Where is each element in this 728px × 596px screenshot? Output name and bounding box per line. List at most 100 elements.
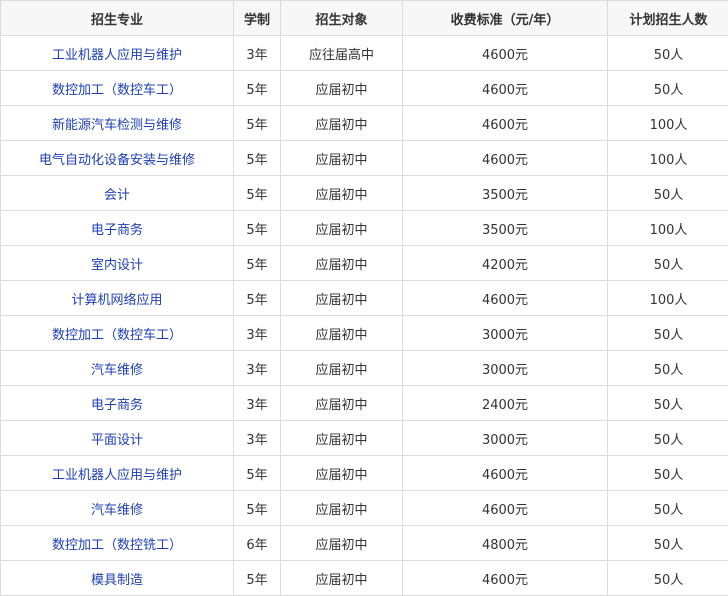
cell-fee: 2400元 (403, 386, 608, 421)
cell-major[interactable]: 汽车维修 (1, 351, 234, 386)
table-row: 模具制造5年应届初中4600元50人 (1, 561, 728, 596)
cell-fee: 4600元 (403, 36, 608, 71)
cell-target: 应届初中 (281, 351, 403, 386)
cell-duration: 3年 (234, 36, 281, 71)
cell-fee: 4600元 (403, 106, 608, 141)
cell-major[interactable]: 新能源汽车检测与维修 (1, 106, 234, 141)
cell-duration: 5年 (234, 561, 281, 596)
table-header-row: 招生专业 学制 招生对象 收费标准（元/年） 计划招生人数 (1, 1, 728, 36)
cell-quota: 50人 (608, 71, 728, 106)
cell-target: 应届初中 (281, 421, 403, 456)
cell-fee: 4600元 (403, 71, 608, 106)
table-body: 工业机器人应用与维护3年应往届高中4600元50人数控加工（数控车工）5年应届初… (1, 36, 728, 596)
table-row: 工业机器人应用与维护5年应届初中4600元50人 (1, 456, 728, 491)
cell-major[interactable]: 会计 (1, 176, 234, 211)
enrollment-table: 招生专业 学制 招生对象 收费标准（元/年） 计划招生人数 工业机器人应用与维护… (0, 0, 728, 596)
cell-major[interactable]: 电气自动化设备安装与维修 (1, 141, 234, 176)
cell-quota: 50人 (608, 316, 728, 351)
cell-target: 应届初中 (281, 141, 403, 176)
table-row: 数控加工（数控车工）3年应届初中3000元50人 (1, 316, 728, 351)
cell-fee: 3000元 (403, 316, 608, 351)
cell-major[interactable]: 数控加工（数控车工） (1, 71, 234, 106)
cell-duration: 5年 (234, 141, 281, 176)
cell-target: 应届初中 (281, 526, 403, 561)
table-row: 室内设计5年应届初中4200元50人 (1, 246, 728, 281)
table-row: 电气自动化设备安装与维修5年应届初中4600元100人 (1, 141, 728, 176)
cell-target: 应届初中 (281, 211, 403, 246)
cell-duration: 3年 (234, 421, 281, 456)
cell-quota: 100人 (608, 141, 728, 176)
cell-duration: 5年 (234, 491, 281, 526)
cell-target: 应届初中 (281, 561, 403, 596)
cell-fee: 4600元 (403, 491, 608, 526)
cell-fee: 4600元 (403, 456, 608, 491)
cell-duration: 3年 (234, 386, 281, 421)
cell-duration: 6年 (234, 526, 281, 561)
cell-quota: 50人 (608, 421, 728, 456)
table-row: 平面设计3年应届初中3000元50人 (1, 421, 728, 456)
cell-target: 应届初中 (281, 106, 403, 141)
table-row: 电子商务5年应届初中3500元100人 (1, 211, 728, 246)
cell-quota: 50人 (608, 456, 728, 491)
cell-target: 应届初中 (281, 176, 403, 211)
cell-major[interactable]: 工业机器人应用与维护 (1, 36, 234, 71)
cell-quota: 50人 (608, 386, 728, 421)
cell-target: 应届初中 (281, 316, 403, 351)
cell-major[interactable]: 模具制造 (1, 561, 234, 596)
table-row: 会计5年应届初中3500元50人 (1, 176, 728, 211)
header-quota: 计划招生人数 (608, 1, 728, 36)
cell-target: 应届初中 (281, 456, 403, 491)
header-duration: 学制 (234, 1, 281, 36)
cell-target: 应届初中 (281, 491, 403, 526)
cell-quota: 50人 (608, 491, 728, 526)
table-row: 新能源汽车检测与维修5年应届初中4600元100人 (1, 106, 728, 141)
cell-fee: 3500元 (403, 176, 608, 211)
cell-quota: 50人 (608, 176, 728, 211)
cell-fee: 4200元 (403, 246, 608, 281)
cell-quota: 50人 (608, 246, 728, 281)
cell-major[interactable]: 数控加工（数控铣工） (1, 526, 234, 561)
cell-target: 应届初中 (281, 71, 403, 106)
cell-duration: 5年 (234, 456, 281, 491)
cell-fee: 4600元 (403, 561, 608, 596)
cell-fee: 4600元 (403, 281, 608, 316)
cell-major[interactable]: 电子商务 (1, 211, 234, 246)
cell-duration: 5年 (234, 106, 281, 141)
cell-target: 应往届高中 (281, 36, 403, 71)
cell-duration: 5年 (234, 211, 281, 246)
header-major: 招生专业 (1, 1, 234, 36)
cell-duration: 5年 (234, 246, 281, 281)
header-target: 招生对象 (281, 1, 403, 36)
header-fee: 收费标准（元/年） (403, 1, 608, 36)
cell-major[interactable]: 工业机器人应用与维护 (1, 456, 234, 491)
cell-target: 应届初中 (281, 246, 403, 281)
table-row: 汽车维修5年应届初中4600元50人 (1, 491, 728, 526)
table-row: 计算机网络应用5年应届初中4600元100人 (1, 281, 728, 316)
cell-major[interactable]: 数控加工（数控车工） (1, 316, 234, 351)
cell-duration: 3年 (234, 351, 281, 386)
table-row: 数控加工（数控车工）5年应届初中4600元50人 (1, 71, 728, 106)
cell-major[interactable]: 平面设计 (1, 421, 234, 456)
table-row: 汽车维修3年应届初中3000元50人 (1, 351, 728, 386)
cell-quota: 50人 (608, 526, 728, 561)
cell-quota: 50人 (608, 351, 728, 386)
cell-major[interactable]: 汽车维修 (1, 491, 234, 526)
cell-quota: 100人 (608, 281, 728, 316)
table-row: 数控加工（数控铣工）6年应届初中4800元50人 (1, 526, 728, 561)
cell-fee: 3500元 (403, 211, 608, 246)
cell-duration: 5年 (234, 71, 281, 106)
cell-duration: 5年 (234, 176, 281, 211)
cell-duration: 5年 (234, 281, 281, 316)
cell-quota: 100人 (608, 211, 728, 246)
table-row: 工业机器人应用与维护3年应往届高中4600元50人 (1, 36, 728, 71)
cell-major[interactable]: 室内设计 (1, 246, 234, 281)
cell-target: 应届初中 (281, 386, 403, 421)
cell-fee: 4800元 (403, 526, 608, 561)
cell-major[interactable]: 电子商务 (1, 386, 234, 421)
table-row: 电子商务3年应届初中2400元50人 (1, 386, 728, 421)
cell-major[interactable]: 计算机网络应用 (1, 281, 234, 316)
cell-target: 应届初中 (281, 281, 403, 316)
cell-fee: 3000元 (403, 351, 608, 386)
cell-quota: 100人 (608, 106, 728, 141)
cell-quota: 50人 (608, 561, 728, 596)
